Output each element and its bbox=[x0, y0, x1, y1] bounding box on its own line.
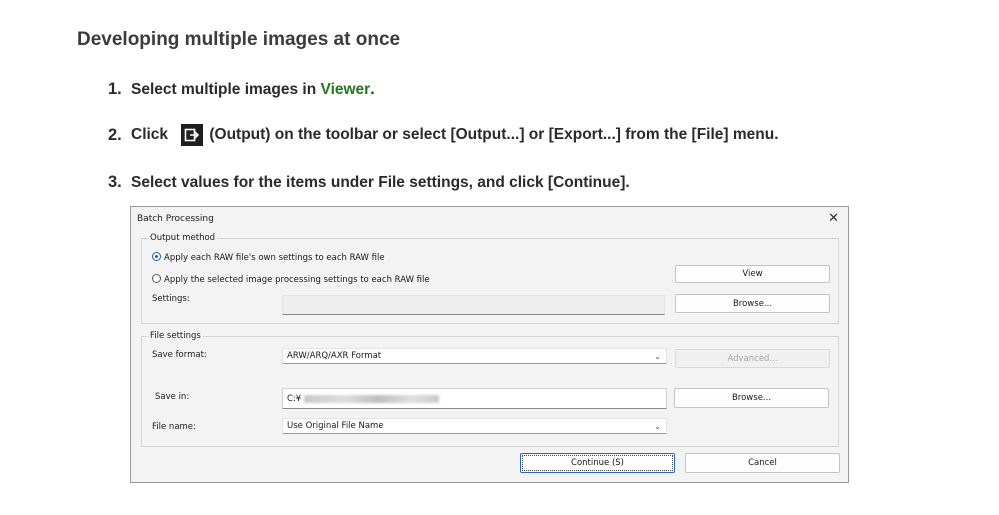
save-format-label: Save format: bbox=[152, 350, 207, 360]
continue-button[interactable]: Continue (S) bbox=[520, 453, 675, 473]
save-format-select[interactable]: ARW/ARQ/AXR Format ⌄ bbox=[282, 348, 667, 364]
step-number: 2. bbox=[108, 125, 122, 144]
redacted-path bbox=[304, 394, 440, 403]
chevron-down-icon: ⌄ bbox=[654, 352, 661, 361]
save-in-value: C:¥ bbox=[287, 393, 302, 404]
step-number: 1. bbox=[108, 80, 122, 98]
step-1: 1. Select multiple images in Viewer . bbox=[108, 80, 375, 99]
chevron-down-icon: ⌄ bbox=[654, 422, 661, 431]
radio-selected-settings[interactable]: Apply the selected image processing sett… bbox=[152, 274, 430, 285]
step-3: 3. Select values for the items under Fil… bbox=[108, 173, 630, 192]
batch-processing-dialog: Batch Processing ✕ Output method Apply e… bbox=[130, 206, 849, 483]
radio-selected-settings-label: Apply the selected image processing sett… bbox=[164, 275, 430, 285]
step-text: Select multiple images in bbox=[131, 80, 321, 98]
save-in-label: Save in: bbox=[155, 392, 190, 402]
step-text: Select values for the items under File s… bbox=[131, 173, 630, 191]
page-title: Developing multiple images at once bbox=[77, 29, 401, 50]
radio-own-settings[interactable]: Apply each RAW file's own settings to ea… bbox=[152, 252, 385, 263]
file-settings-label: File settings bbox=[148, 331, 203, 341]
file-settings-group: File settings Save format: ARW/ARQ/AXR F… bbox=[141, 331, 839, 447]
save-in-browse-button[interactable]: Browse... bbox=[674, 388, 829, 408]
viewer-link[interactable]: Viewer bbox=[321, 81, 371, 99]
output-method-label: Output method bbox=[148, 233, 218, 243]
step-text-end: . bbox=[370, 80, 375, 98]
save-format-value: ARW/ARQ/AXR Format bbox=[287, 351, 382, 361]
output-method-group: Output method Apply each RAW file's own … bbox=[141, 233, 839, 324]
radio-selected-icon bbox=[152, 252, 161, 261]
settings-field bbox=[282, 295, 665, 315]
cancel-button[interactable]: Cancel bbox=[685, 453, 840, 473]
output-icon bbox=[181, 124, 204, 146]
file-name-value: Use Original File Name bbox=[287, 421, 384, 431]
save-in-field[interactable]: C:¥ bbox=[282, 388, 667, 409]
step-2: 2. Click (Output) on the toolbar or sele… bbox=[108, 124, 779, 146]
advanced-button[interactable]: Advanced... bbox=[675, 349, 830, 368]
step-text: Click bbox=[131, 126, 173, 143]
view-button[interactable]: View bbox=[675, 265, 830, 283]
radio-unselected-icon bbox=[152, 274, 161, 283]
dialog-title: Batch Processing bbox=[137, 214, 214, 224]
step-number: 3. bbox=[108, 173, 122, 191]
settings-label: Settings: bbox=[152, 294, 190, 304]
settings-browse-button[interactable]: Browse... bbox=[675, 294, 830, 313]
radio-own-settings-label: Apply each RAW file's own settings to ea… bbox=[164, 253, 385, 263]
file-name-label: File name: bbox=[152, 422, 196, 432]
close-icon[interactable]: ✕ bbox=[828, 211, 839, 226]
step-text-end: (Output) on the toolbar or select [Outpu… bbox=[209, 126, 779, 143]
file-name-select[interactable]: Use Original File Name ⌄ bbox=[282, 418, 667, 434]
